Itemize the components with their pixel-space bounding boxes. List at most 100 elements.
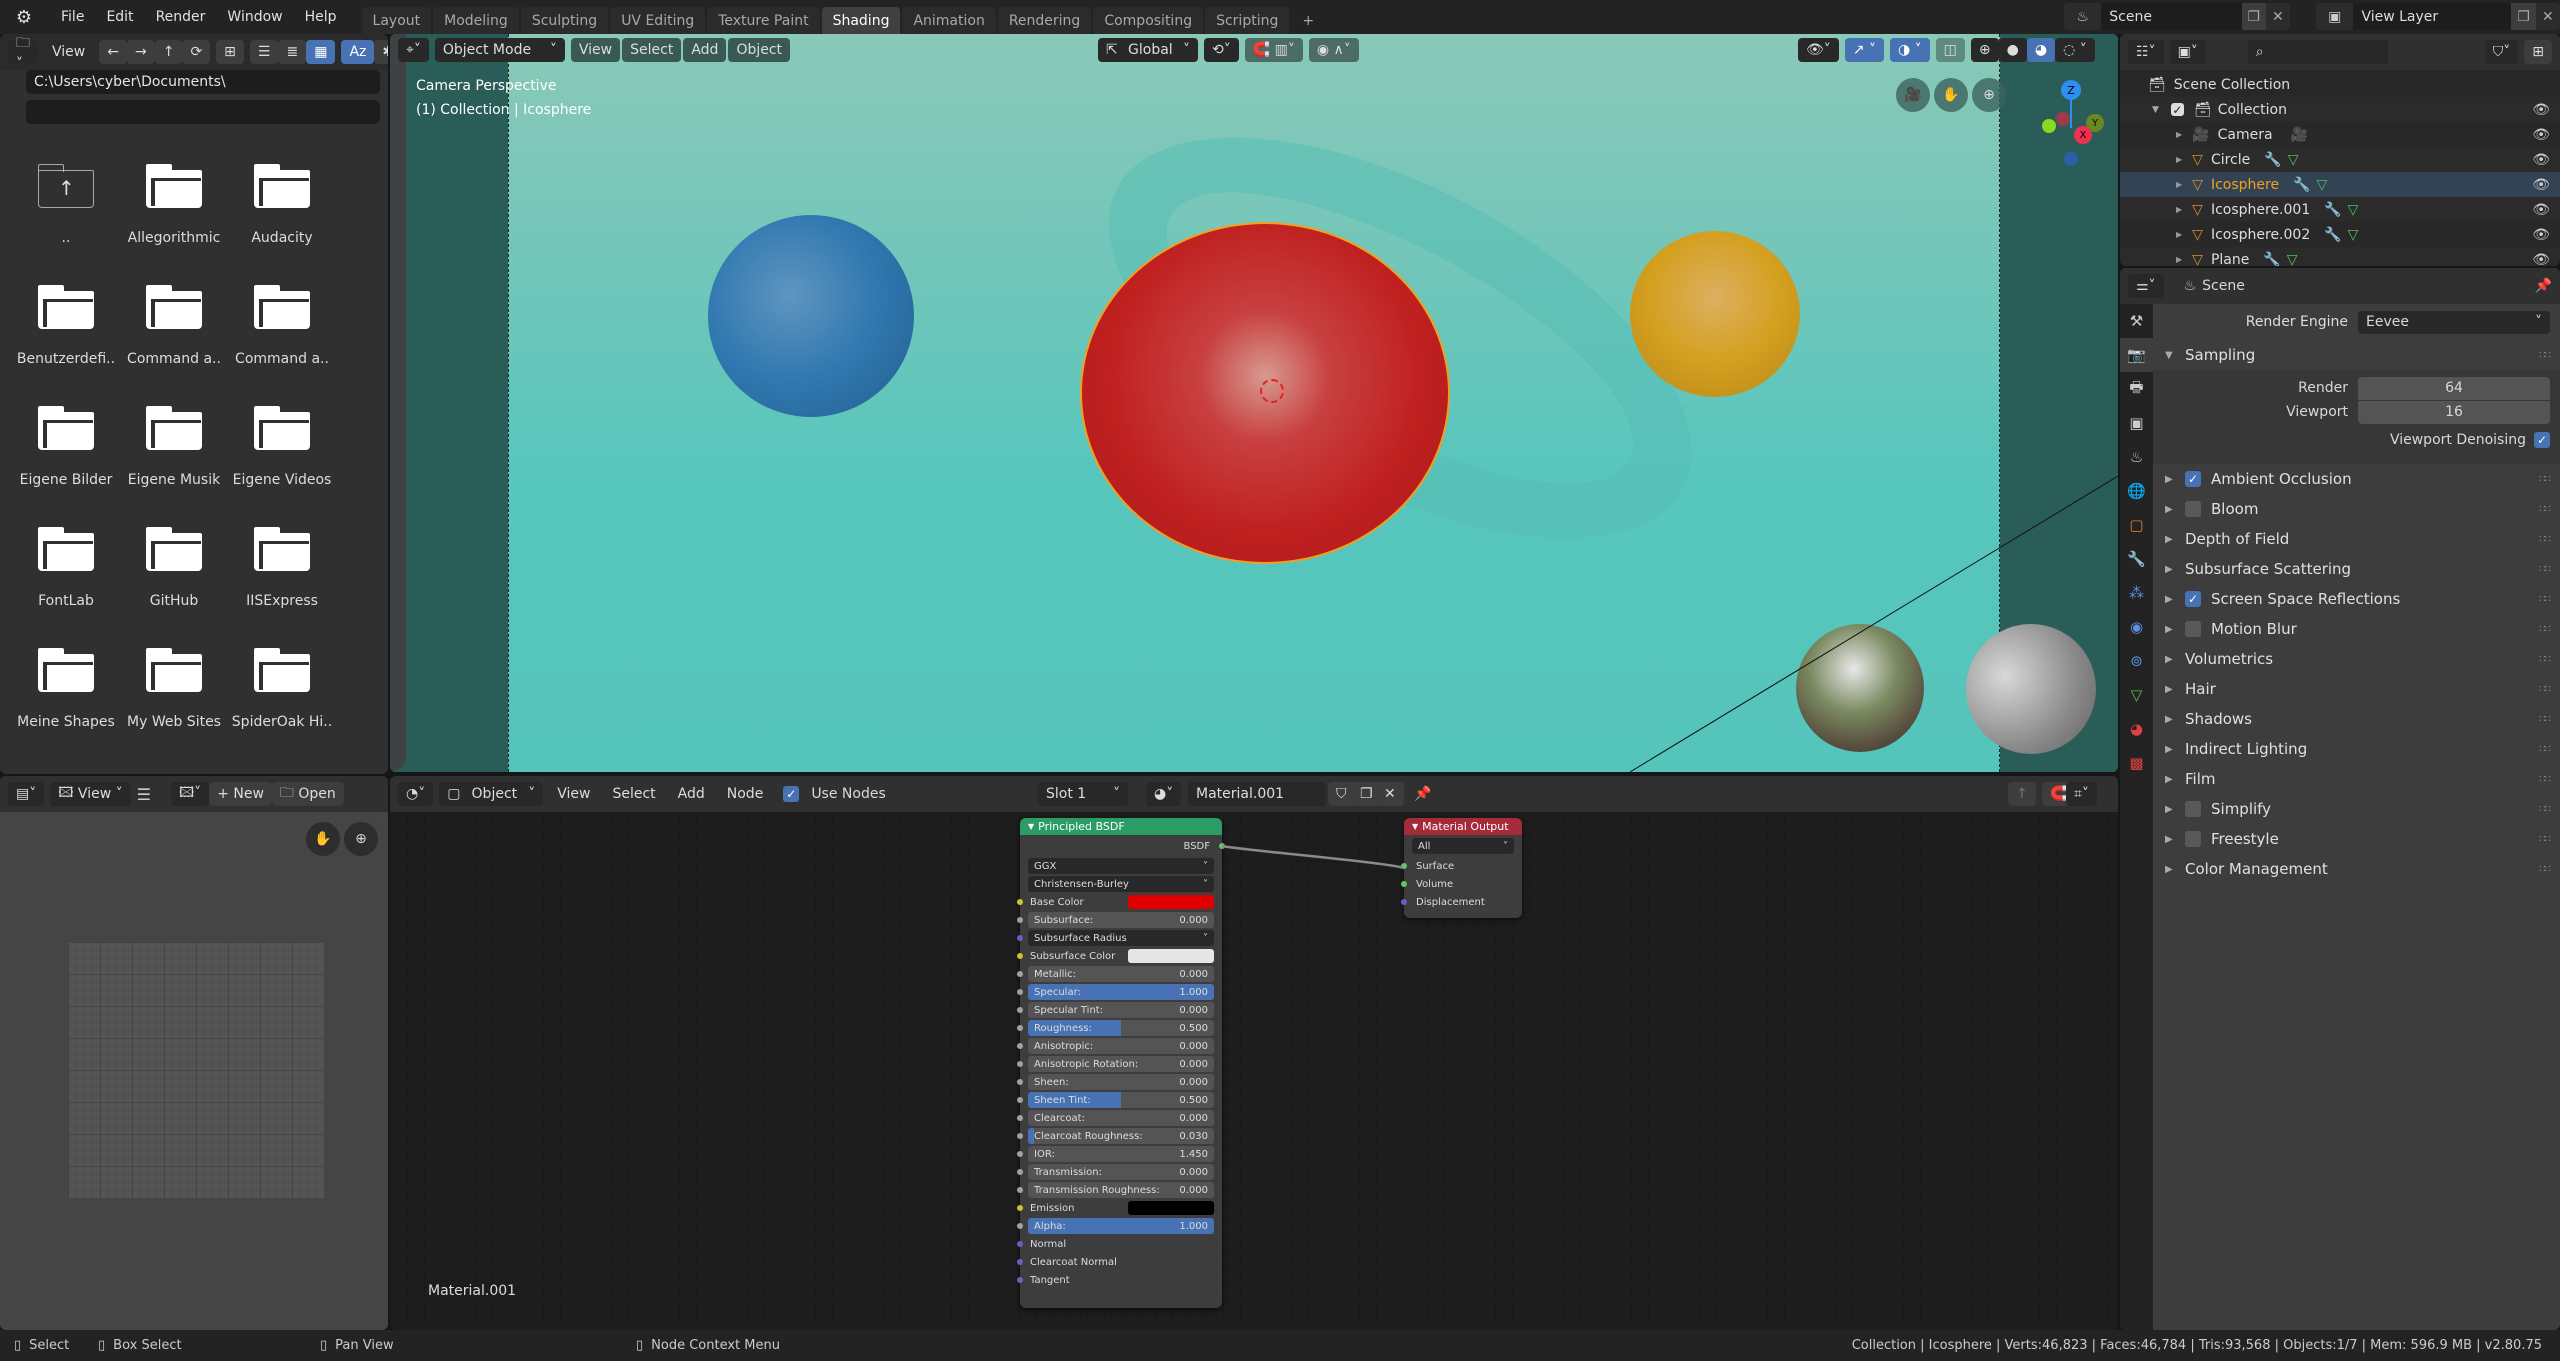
neg-z-axis[interactable] <box>2064 152 2078 166</box>
object-tab-icon[interactable]: ▢ <box>2120 508 2153 542</box>
new-folder-icon[interactable]: ⊞ <box>216 40 244 64</box>
editor-type-image-icon[interactable]: ▤˅ <box>8 782 45 806</box>
folder-item[interactable]: FontLab <box>12 513 120 634</box>
workspace-tab-rendering[interactable]: Rendering <box>997 7 1092 34</box>
outliner-item[interactable]: ▶ ▽ Icosphere 🔧 ▽ 👁 <box>2120 172 2560 197</box>
visibility-eye-icon[interactable]: 👁 <box>2532 227 2550 243</box>
zoom-icon[interactable]: ⊕ <box>344 822 378 856</box>
filter-icon[interactable]: ⛉˅ <box>2484 40 2519 64</box>
constraints-tab-icon[interactable]: ⊚ <box>2120 644 2153 678</box>
thumbnails-icon[interactable]: ▦ <box>306 40 336 64</box>
scene-tab-icon[interactable]: ♨ <box>2120 440 2153 474</box>
drag-grip-icon[interactable]: ∷∷ <box>2539 534 2551 545</box>
section-color-management[interactable]: ▶ Color Management ∷∷ <box>2153 854 2560 884</box>
xray-icon[interactable]: ◫ <box>1935 38 1965 62</box>
visibility-eye-icon[interactable]: 👁 <box>2532 152 2550 168</box>
drag-grip-icon[interactable]: ∷∷ <box>2539 804 2551 815</box>
parent-dir-icon[interactable]: ↑ <box>154 40 183 64</box>
outliner-item[interactable]: ▶ ▽ Circle 🔧 ▽ 👁 <box>2120 147 2560 172</box>
menu-edit[interactable]: Edit <box>95 9 144 25</box>
expand-arrow-icon[interactable]: ▼ <box>2152 105 2159 115</box>
object-menu[interactable]: Object <box>728 38 791 62</box>
section-shadows[interactable]: ▶ Shadows ∷∷ <box>2153 704 2560 734</box>
modifier-wrench-icon[interactable]: 🔧 <box>2324 227 2341 243</box>
view-layer-name[interactable]: View Layer <box>2353 3 2512 30</box>
folder-item[interactable]: GitHub <box>120 513 228 634</box>
workspace-tab-uv-editing[interactable]: UV Editing <box>610 7 706 34</box>
workspace-tab-modeling[interactable]: Modeling <box>433 7 519 34</box>
forward-icon[interactable]: → <box>126 40 155 64</box>
folder-item[interactable]: Eigene Musik <box>120 392 228 513</box>
section-screen-space-reflections[interactable]: ▶ ✓ Screen Space Reflections ∷∷ <box>2153 584 2560 614</box>
new-view-layer-icon[interactable]: ❐ <box>2511 3 2536 30</box>
workspace-tab-shading[interactable]: Shading <box>821 7 901 34</box>
section-enable-checkbox[interactable]: ✓ <box>2185 591 2201 607</box>
new-image-button[interactable]: + New <box>209 782 272 806</box>
section-film[interactable]: ▶ Film ∷∷ <box>2153 764 2560 794</box>
mesh-data-icon[interactable]: ▽ <box>2348 227 2359 243</box>
collection-row[interactable]: ▼ ✓ 🗃 Collection 👁 <box>2120 97 2560 122</box>
short-list-icon[interactable]: ☰ <box>249 40 279 64</box>
outliner-item[interactable]: ▶ ▽ Icosphere.002 🔧 ▽ 👁 <box>2120 222 2560 247</box>
pan-hand-icon[interactable]: ✋ <box>1934 78 1968 112</box>
orientation-selector[interactable]: ⇱ Global ˅ <box>1098 38 1198 62</box>
render-tab-icon[interactable]: 📷 <box>2120 338 2153 372</box>
3d-viewport[interactable]: ⌖˅ Object Mode ˅ View Select Add Object ⇱… <box>390 34 2118 772</box>
overlay-toggle-icon[interactable]: ◑ ˅ <box>1889 38 1930 62</box>
workspace-tab-animation[interactable]: Animation <box>902 7 996 34</box>
section-ambient-occlusion[interactable]: ▶ ✓ Ambient Occlusion ∷∷ <box>2153 464 2560 494</box>
folder-item[interactable]: Command a.. <box>120 271 228 392</box>
camera-view-icon[interactable]: 🎥 <box>1896 78 1930 112</box>
outliner-item[interactable]: ▶ 🎥 Camera 🎥 👁 <box>2120 122 2560 147</box>
section-depth-of-field[interactable]: ▶ Depth of Field ∷∷ <box>2153 524 2560 554</box>
folder-item[interactable]: IISExpress <box>228 513 336 634</box>
expand-arrow-icon[interactable]: ▶ <box>2176 205 2182 214</box>
drag-grip-icon[interactable]: ∷∷ <box>2539 744 2551 755</box>
long-list-icon[interactable]: ≣ <box>278 40 307 64</box>
material-shading-icon[interactable]: ◕ <box>2026 38 2056 62</box>
solid-shading-icon[interactable]: ● <box>1998 38 2027 62</box>
new-collection-icon[interactable]: ⊞ <box>2524 40 2552 64</box>
new-scene-icon[interactable]: ❐ <box>2241 3 2266 30</box>
editor-type-file-browser-icon[interactable]: 🗀 ˅ <box>8 35 38 72</box>
folder-item[interactable]: Audacity <box>228 150 336 271</box>
uv-grid-canvas[interactable] <box>68 942 324 1198</box>
workspace-tab-sculpting[interactable]: Sculpting <box>520 7 609 34</box>
drag-grip-icon[interactable]: ∷∷ <box>2539 474 2551 485</box>
workspace-tab-compositing[interactable]: Compositing <box>1093 7 1204 34</box>
workspace-tab-scripting[interactable]: Scripting <box>1205 7 1290 34</box>
drag-grip-icon[interactable]: ∷∷ <box>2539 594 2551 605</box>
image-editor[interactable]: ▤˅ 🖾 View ˅ ☰ 🖾˅ + New 🗀 Open ✋ ⊕ <box>0 776 388 1330</box>
view-menu[interactable]: View <box>570 38 621 62</box>
section-subsurface-scattering[interactable]: ▶ Subsurface Scattering ∷∷ <box>2153 554 2560 584</box>
rendered-shading-icon[interactable]: ◌ ˅ <box>2055 38 2095 62</box>
modifier-wrench-icon[interactable]: 🔧 <box>2263 252 2280 267</box>
zoom-icon[interactable]: ⊕ <box>1972 78 2006 112</box>
visibility-eye-icon[interactable]: 👁 <box>2532 202 2550 218</box>
section-hair[interactable]: ▶ Hair ∷∷ <box>2153 674 2560 704</box>
menu-window[interactable]: Window <box>216 9 293 25</box>
sort-ext-icon[interactable]: ✱ <box>374 40 388 64</box>
mesh-data-icon[interactable]: ▽ <box>2348 202 2359 218</box>
select-menu[interactable]: Select <box>622 38 682 62</box>
visibility-eye-icon[interactable]: 👁 <box>2532 177 2550 193</box>
particles-tab-icon[interactable]: ⁂ <box>2120 576 2153 610</box>
scene-selector[interactable]: ♨ Scene ❐ ✕ <box>2064 3 2290 30</box>
texture-tab-icon[interactable]: ▩ <box>2120 746 2153 780</box>
x-axis-button[interactable]: X <box>2074 126 2092 144</box>
mesh-data-icon[interactable]: ▽ <box>2288 152 2299 168</box>
blender-logo-icon[interactable]: ⚙ <box>12 5 36 29</box>
display-mode-icon[interactable]: ▣˅ <box>2169 40 2206 64</box>
section-enable-checkbox[interactable] <box>2185 621 2201 637</box>
visibility-eye-icon[interactable]: 👁 <box>2532 127 2550 143</box>
drag-grip-icon[interactable]: ∷∷ <box>2539 564 2551 575</box>
physics-tab-icon[interactable]: ◉ <box>2120 610 2153 644</box>
outliner-item[interactable]: ▶ ▽ Icosphere.001 🔧 ▽ 👁 <box>2120 197 2560 222</box>
folder-item[interactable]: Benutzerdefi.. <box>12 271 120 392</box>
drag-grip-icon[interactable]: ∷∷ <box>2539 684 2551 695</box>
viewport-samples-field[interactable]: 16 <box>2358 400 2550 424</box>
neg-x-axis[interactable] <box>2056 112 2070 126</box>
section-motion-blur[interactable]: ▶ Motion Blur ∷∷ <box>2153 614 2560 644</box>
world-tab-icon[interactable]: 🌐 <box>2120 474 2153 508</box>
hamburger-menu-icon[interactable]: ☰ <box>137 785 151 804</box>
